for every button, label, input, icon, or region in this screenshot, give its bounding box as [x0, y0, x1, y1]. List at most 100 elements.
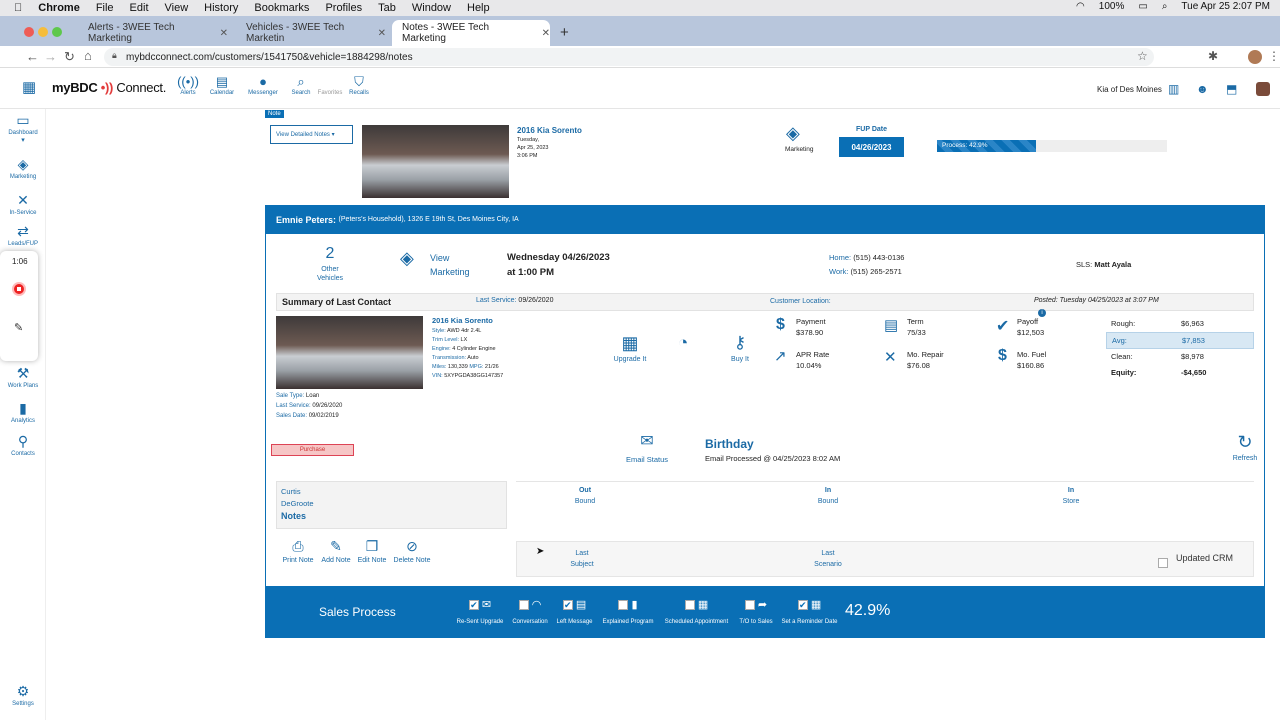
upgrade-it-button[interactable]: ▦ Upgrade It	[610, 333, 650, 363]
sales-step-left-message[interactable]: ✔ ▤ Left Message	[553, 598, 596, 625]
tab-notes[interactable]: Notes - 3WEE Tech Marketing ✕	[392, 20, 550, 46]
dealer-name[interactable]: Kia of Des Moines	[1097, 85, 1162, 94]
menu-tab[interactable]: Tab	[378, 2, 396, 14]
purchase-badge[interactable]: Purchase	[271, 444, 354, 456]
step-checkbox[interactable]: ✔	[562, 600, 573, 611]
menu-history[interactable]: History	[204, 2, 238, 14]
brand-name: myBDC	[52, 80, 98, 95]
vehicle-title[interactable]: 2016 Kia Sorento	[432, 316, 493, 325]
sidebar-item-in-service[interactable]: ✕ In-Service	[0, 192, 46, 216]
menu-view[interactable]: View	[165, 2, 189, 14]
user-avatar[interactable]	[1256, 82, 1270, 96]
contact-last-name[interactable]: DeGroote	[281, 499, 314, 508]
close-window-button[interactable]	[24, 27, 34, 37]
summary-last-service-value: 09/26/2020	[518, 297, 554, 304]
customer-name[interactable]: Emnie Peters:	[276, 215, 336, 225]
work-phone[interactable]: Work: (515) 265-2571	[829, 267, 902, 276]
sidebar-item-dashboard[interactable]: ▭ Dashboard ▾	[0, 112, 46, 144]
close-icon[interactable]: ✕	[220, 28, 228, 39]
minimize-window-button[interactable]	[38, 27, 48, 37]
sidebar-item-work-plans[interactable]: ⚒ Work Plans	[0, 365, 46, 389]
tags-icon[interactable]: ◈	[400, 248, 414, 269]
sidebar-item-leads-fup[interactable]: ⇄ Leads/FUP	[0, 223, 46, 247]
sales-step-to-to-sales[interactable]: ➦ T/O to Sales	[736, 598, 776, 625]
menu-profiles[interactable]: Profiles	[325, 2, 362, 14]
refresh-button[interactable]: ↻ Refresh	[1229, 432, 1261, 462]
view-marketing-link[interactable]: View Marketing	[430, 251, 470, 279]
pen-icon[interactable]: ✎	[14, 321, 23, 334]
step-checkbox[interactable]	[518, 600, 529, 611]
nav-recalls[interactable]: ⛉ Recalls	[339, 74, 379, 96]
updated-crm-checkbox[interactable]	[1158, 558, 1168, 568]
finance-fuel: Mo. Fuel $160.86	[1017, 349, 1046, 371]
sales-step-set-reminder-date[interactable]: ✔ ▦ Set a Reminder Date	[778, 598, 841, 625]
sidebar-item-marketing[interactable]: ◈ Marketing	[0, 156, 46, 180]
clock[interactable]: Tue Apr 25 2:07 PM	[1181, 1, 1270, 12]
valuation-avg: Avg: $7,853	[1106, 332, 1254, 349]
close-icon[interactable]: ✕	[378, 28, 386, 39]
tab-vehicles[interactable]: Vehicles - 3WEE Tech Marketin ✕	[236, 20, 386, 46]
battery-icon[interactable]: ▭	[1138, 1, 1147, 12]
menu-help[interactable]: Help	[467, 2, 490, 14]
step-checkbox[interactable]: ✔	[797, 600, 808, 611]
exit-icon[interactable]: ⬒	[1226, 82, 1237, 96]
menu-bookmarks[interactable]: Bookmarks	[254, 2, 309, 14]
sales-step-explained-program[interactable]: ▮ Explained Program	[599, 598, 657, 625]
close-icon[interactable]: ✕	[542, 28, 550, 39]
sidebar-label: Analytics	[10, 418, 35, 424]
step-checkbox[interactable]	[618, 600, 629, 611]
sales-step-re-sent-upgrade[interactable]: ✔ ✉ Re-Sent Upgrade	[455, 598, 505, 625]
search-icon[interactable]: ⌕	[1162, 1, 1168, 12]
url-input[interactable]: mybdcconnect.com/customers/1541750&vehic…	[104, 48, 1154, 66]
building-icon[interactable]: ▥	[1168, 82, 1179, 96]
menu-app[interactable]: Chrome	[38, 2, 80, 14]
users-icon[interactable]: ☻	[1196, 82, 1209, 96]
contact-first-name[interactable]: Curtis	[281, 487, 301, 496]
sidebar-item-settings[interactable]: ⚙ Settings	[0, 683, 46, 707]
sidebar-item-analytics[interactable]: ▮ Analytics	[0, 400, 46, 424]
home-icon[interactable]: ⌂	[84, 48, 92, 63]
sales-step-scheduled-appointment[interactable]: ▦ Scheduled Appointment	[660, 598, 733, 625]
step-checkbox[interactable]	[744, 600, 755, 611]
reload-icon[interactable]: ↻	[64, 49, 75, 65]
refresh-label: Refresh	[1232, 455, 1258, 462]
gauge-icon[interactable]: ◔	[678, 333, 688, 353]
home-phone[interactable]: Home: (515) 443-0136	[829, 253, 904, 262]
sidebar-item-contacts[interactable]: ⚲ Contacts	[0, 433, 46, 457]
grid-menu-icon[interactable]: ▦	[22, 78, 36, 96]
profile-avatar[interactable]	[1248, 50, 1262, 64]
nav-calendar[interactable]: ▤ Calendar	[202, 74, 242, 96]
apple-icon[interactable]: 	[14, 2, 22, 14]
zoom-window-button[interactable]	[52, 27, 62, 37]
stop-recording-button[interactable]	[12, 282, 26, 296]
email-status-button[interactable]: ✉ Email Status	[622, 433, 672, 464]
process-progress-fill: Process: 42.9%	[937, 140, 1036, 152]
lock-icon[interactable]: 🔒︎	[112, 50, 117, 61]
forward-icon[interactable]: →	[44, 49, 57, 64]
menu-edit[interactable]: Edit	[130, 2, 149, 14]
extensions-icon[interactable]: ✱	[1208, 49, 1218, 63]
step-checkbox[interactable]: ✔	[468, 600, 479, 611]
more-icon[interactable]: ⋮	[1268, 49, 1280, 63]
menu-file[interactable]: File	[96, 2, 114, 14]
buy-it-button[interactable]: ⚷ Buy It	[727, 333, 753, 363]
wifi-icon[interactable]: ◠	[1076, 1, 1085, 12]
other-vehicles-link[interactable]: 2 Other Vehicles	[310, 245, 350, 282]
url-text: mybdcconnect.com/customers/1541750&vehic…	[126, 51, 413, 63]
view-detailed-notes-button[interactable]: View Detailed Notes ▾	[270, 125, 353, 144]
menu-window[interactable]: Window	[412, 2, 451, 14]
copy-icon: ❐	[365, 538, 379, 554]
add-note-button[interactable]: ✎ Add Note	[318, 538, 354, 564]
brand-logo[interactable]: myBDC •)) Connect.	[52, 80, 166, 95]
delete-note-button[interactable]: ⊘ Delete Note	[391, 538, 433, 564]
sales-step-conversation[interactable]: ◠ Conversation	[509, 598, 551, 625]
new-tab-icon[interactable]: +	[560, 24, 569, 41]
print-note-button[interactable]: ⎙ Print Note	[279, 538, 317, 564]
nav-messenger[interactable]: ● Messenger	[243, 74, 283, 96]
bookmark-star-icon[interactable]: ☆	[1137, 49, 1148, 63]
step-checkbox[interactable]	[684, 600, 695, 611]
back-icon[interactable]: ←	[26, 49, 39, 64]
edit-note-button[interactable]: ❐ Edit Note	[354, 538, 390, 564]
tab-alerts[interactable]: Alerts - 3WEE Tech Marketing ✕	[78, 20, 228, 46]
note-vehicle-title[interactable]: 2016 Kia Sorento	[517, 126, 582, 135]
